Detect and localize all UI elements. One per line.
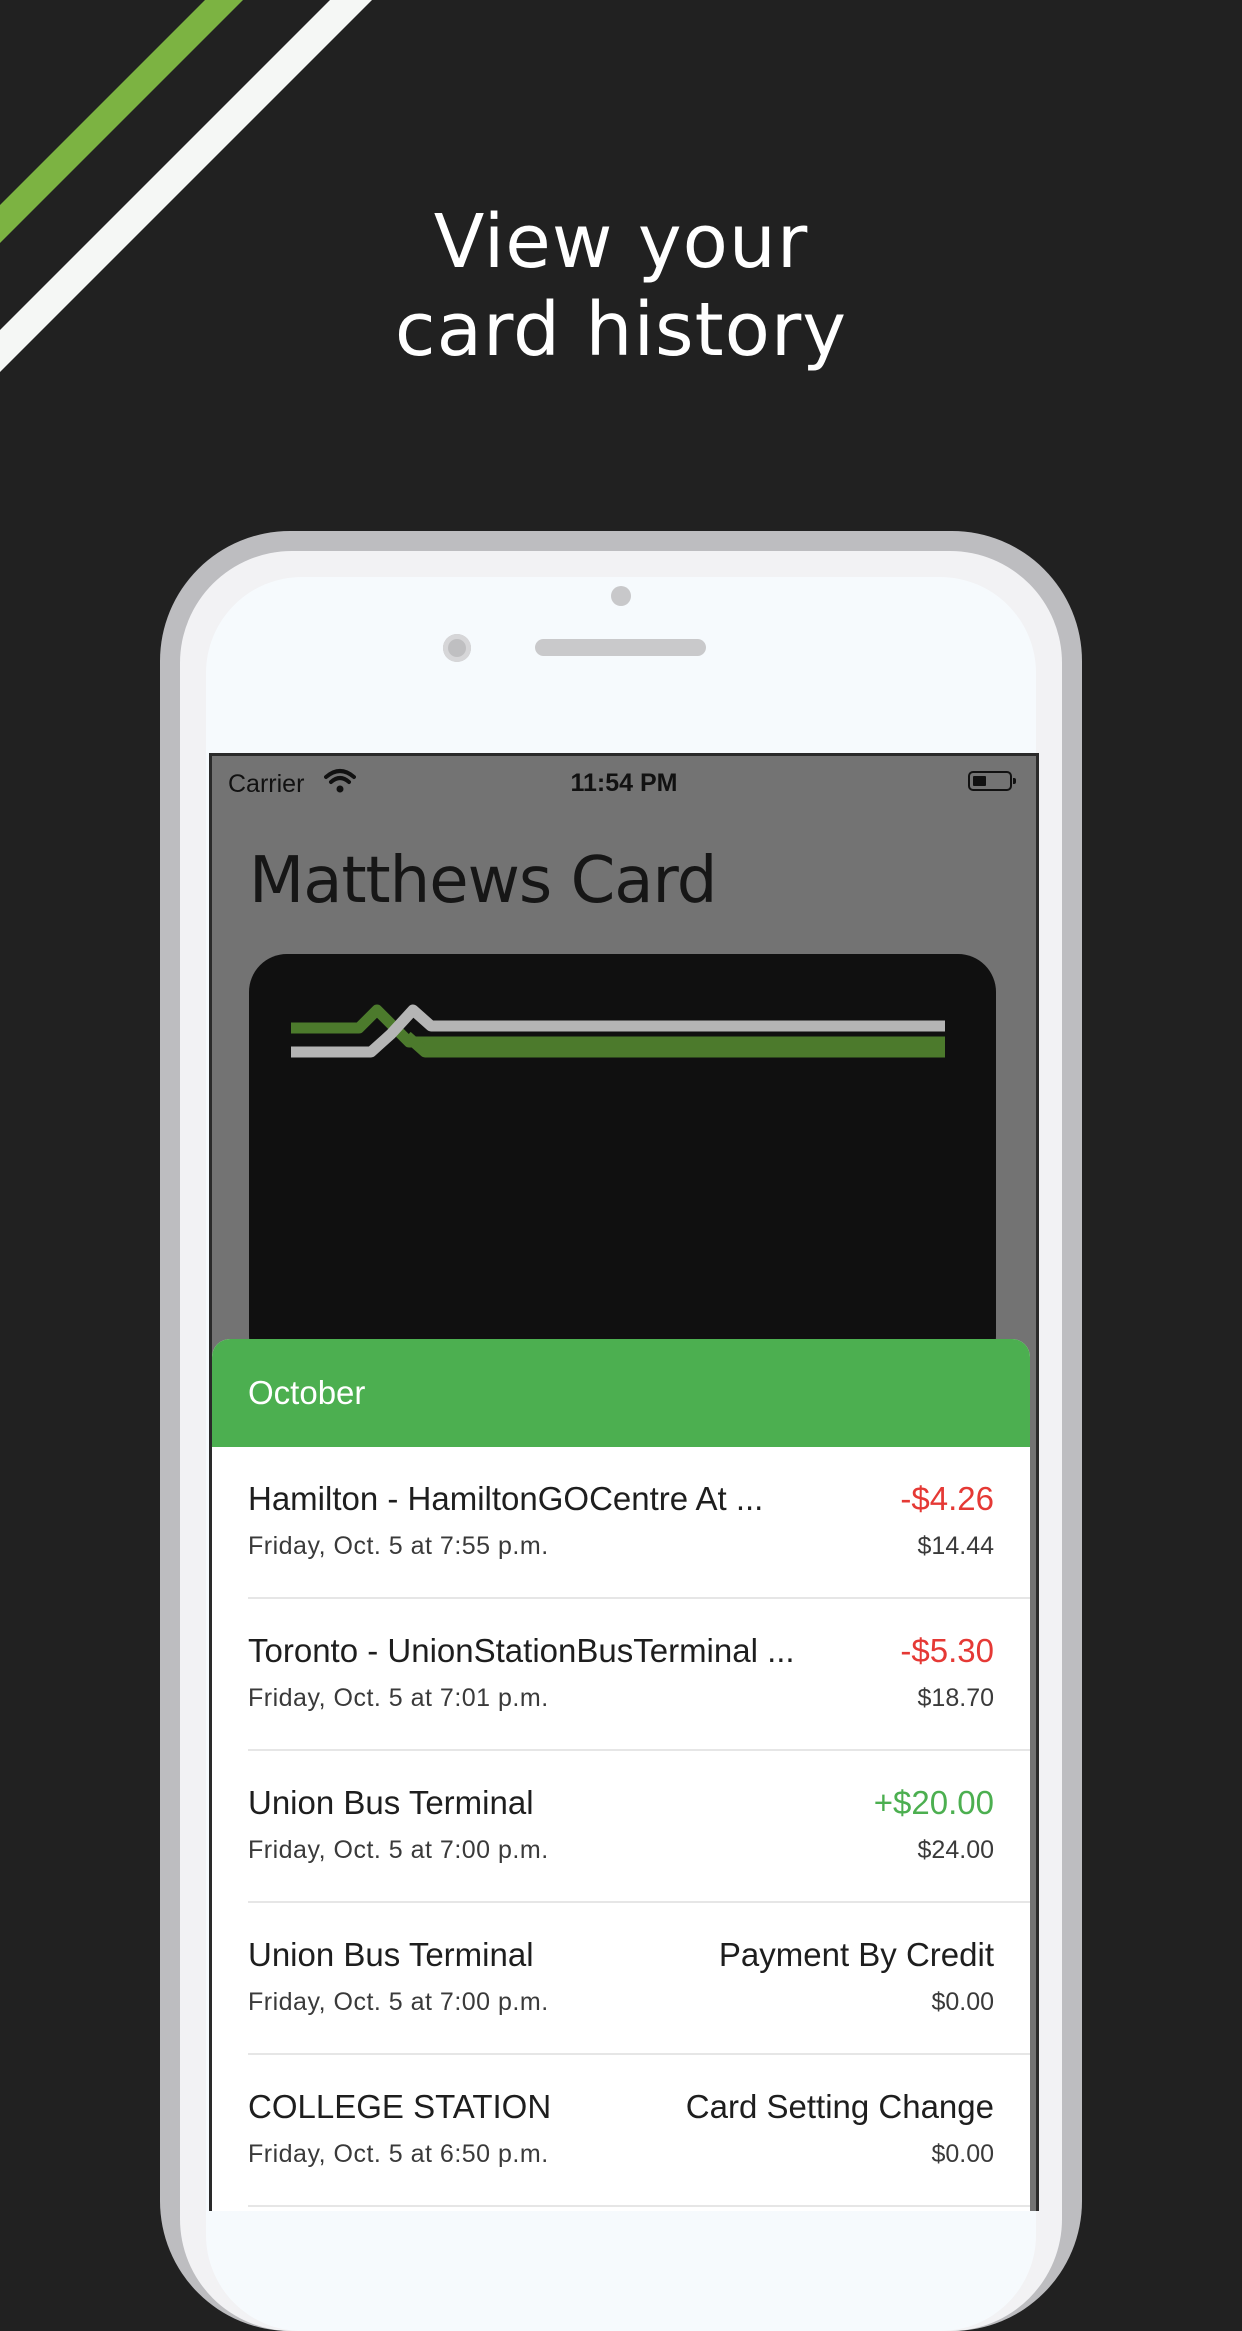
- transaction-balance: $14.44: [917, 1532, 994, 1560]
- status-bar: Carrier 11:54 PM: [212, 756, 1036, 806]
- transaction-balance: $0.00: [931, 1988, 994, 2016]
- headline-line-2: card history: [394, 287, 848, 373]
- transaction-amount: -$5.30: [900, 1632, 994, 1669]
- card-logo-icon: [291, 1004, 945, 1058]
- transaction-date: Friday, Oct. 5 at 7:00 p.m.: [248, 1836, 549, 1864]
- transaction-row[interactable]: COLLEGE STATION Friday, Oct. 5 at 6:50 p…: [248, 2055, 1030, 2207]
- transaction-date: Friday, Oct. 5 at 7:01 p.m.: [248, 1684, 549, 1712]
- month-header: October: [212, 1339, 1030, 1447]
- headline: View your card history: [0, 198, 1242, 374]
- transit-card[interactable]: [249, 954, 996, 1374]
- transaction-date: Friday, Oct. 5 at 7:00 p.m.: [248, 1988, 549, 2016]
- transaction-location: Toronto - UnionStationBusTerminal ...: [248, 1632, 795, 1669]
- transaction-row[interactable]: Union Bus Terminal Friday, Oct. 5 at 7:0…: [248, 1903, 1030, 2055]
- transaction-date: Friday, Oct. 5 at 6:50 p.m.: [248, 2140, 549, 2168]
- transaction-amount: +$20.00: [873, 1784, 994, 1821]
- headline-line-1: View your: [433, 199, 809, 285]
- transaction-date: Friday, Oct. 5 at 7:55 p.m.: [248, 1532, 549, 1560]
- transaction-balance: $24.00: [917, 1836, 994, 1864]
- earpiece-speaker: [535, 639, 706, 656]
- transaction-location: Union Bus Terminal: [248, 1936, 534, 1973]
- page-title: Matthews Card: [249, 844, 717, 918]
- transaction-location: COLLEGE STATION: [248, 2088, 552, 2125]
- status-time: 11:54 PM: [570, 769, 678, 797]
- history-sheet: October Hamilton - HamiltonGOCentre At .…: [212, 1339, 1030, 2211]
- transaction-row[interactable]: Hamilton - HamiltonGOCentre At ... Frida…: [248, 1447, 1030, 1599]
- transaction-type: Card Setting Change: [685, 2088, 994, 2125]
- transaction-type: Payment By Credit: [718, 1936, 994, 1973]
- sensor-dot: [611, 586, 631, 606]
- battery-icon: [968, 771, 1016, 791]
- transaction-location: Union Bus Terminal: [248, 1784, 534, 1821]
- front-camera-icon: [443, 634, 471, 662]
- transaction-location: Hamilton - HamiltonGOCentre At ...: [248, 1480, 764, 1517]
- transaction-balance: $0.00: [931, 2140, 994, 2168]
- transaction-row[interactable]: Toronto - UnionStationBusTerminal ... Fr…: [248, 1599, 1030, 1751]
- transaction-row[interactable]: Union Bus Terminal Friday, Oct. 5 at 7:0…: [248, 1751, 1030, 1903]
- transaction-amount: -$4.26: [900, 1480, 994, 1517]
- phone-screen: Carrier 11:54 PM Matthews Card October H…: [209, 753, 1039, 2211]
- transaction-balance: $18.70: [917, 1684, 994, 1712]
